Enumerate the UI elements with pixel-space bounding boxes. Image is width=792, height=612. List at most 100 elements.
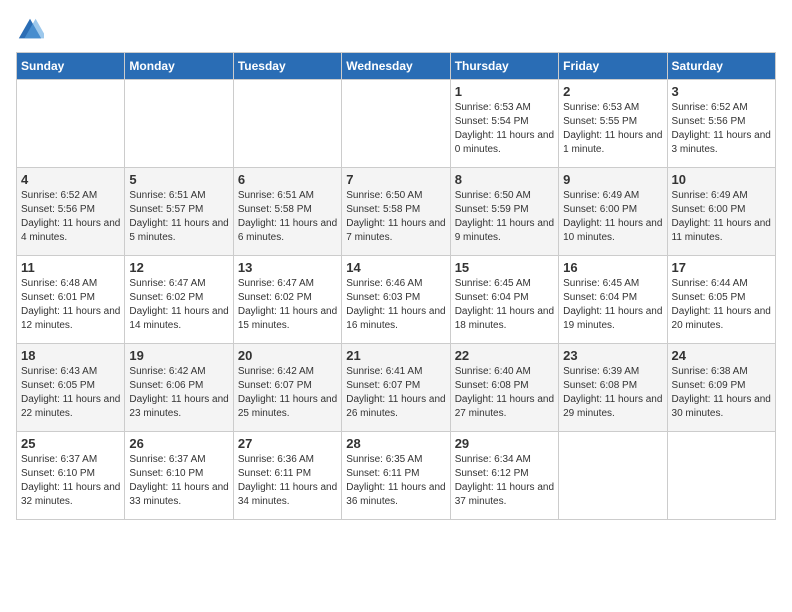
- day-number: 2: [563, 84, 662, 99]
- calendar-cell: 29 Sunrise: 6:34 AM Sunset: 6:12 PM Dayli…: [450, 432, 558, 520]
- calendar-cell: 11 Sunrise: 6:48 AM Sunset: 6:01 PM Dayli…: [17, 256, 125, 344]
- day-info: Sunrise: 6:50 AM Sunset: 5:59 PM Dayligh…: [455, 189, 554, 245]
- day-number: 5: [129, 172, 228, 187]
- header-sunday: Sunday: [17, 53, 125, 80]
- header-wednesday: Wednesday: [342, 53, 450, 80]
- day-number: 20: [238, 348, 337, 363]
- day-info: Sunrise: 6:40 AM Sunset: 6:08 PM Dayligh…: [455, 365, 554, 421]
- day-info: Sunrise: 6:34 AM Sunset: 6:12 PM Dayligh…: [455, 453, 554, 509]
- calendar-cell: 13 Sunrise: 6:47 AM Sunset: 6:02 PM Dayli…: [233, 256, 341, 344]
- day-info: Sunrise: 6:44 AM Sunset: 6:05 PM Dayligh…: [672, 277, 771, 333]
- day-number: 14: [346, 260, 445, 275]
- header-monday: Monday: [125, 53, 233, 80]
- day-number: 13: [238, 260, 337, 275]
- day-info: Sunrise: 6:48 AM Sunset: 6:01 PM Dayligh…: [21, 277, 120, 333]
- day-number: 8: [455, 172, 554, 187]
- calendar-cell: 20 Sunrise: 6:42 AM Sunset: 6:07 PM Dayli…: [233, 344, 341, 432]
- day-number: 29: [455, 436, 554, 451]
- calendar-cell: 17 Sunrise: 6:44 AM Sunset: 6:05 PM Dayli…: [667, 256, 775, 344]
- calendar-cell: 28 Sunrise: 6:35 AM Sunset: 6:11 PM Dayli…: [342, 432, 450, 520]
- day-number: 18: [21, 348, 120, 363]
- calendar-cell: 18Sunrise: 6:43 AM Sunset: 6:05 PM Dayli…: [17, 344, 125, 432]
- day-number: 22: [455, 348, 554, 363]
- day-number: 19: [129, 348, 228, 363]
- day-info: Sunrise: 6:37 AM Sunset: 6:10 PM Dayligh…: [21, 453, 120, 509]
- calendar-cell: 24 Sunrise: 6:38 AM Sunset: 6:09 PM Dayli…: [667, 344, 775, 432]
- day-info: Sunrise: 6:51 AM Sunset: 5:58 PM Dayligh…: [238, 189, 337, 245]
- day-number: 24: [672, 348, 771, 363]
- calendar-cell: [125, 80, 233, 168]
- day-info: Sunrise: 6:52 AM Sunset: 5:56 PM Dayligh…: [21, 189, 120, 245]
- calendar-cell: 23 Sunrise: 6:39 AM Sunset: 6:08 PM Dayli…: [559, 344, 667, 432]
- calendar-cell: [233, 80, 341, 168]
- day-number: 10: [672, 172, 771, 187]
- calendar-cell: 4 Sunrise: 6:52 AM Sunset: 5:56 PM Daylig…: [17, 168, 125, 256]
- day-number: 15: [455, 260, 554, 275]
- day-info: Sunrise: 6:39 AM Sunset: 6:08 PM Dayligh…: [563, 365, 662, 421]
- calendar-cell: 15Sunrise: 6:45 AM Sunset: 6:04 PM Dayli…: [450, 256, 558, 344]
- day-number: 25: [21, 436, 120, 451]
- day-number: 28: [346, 436, 445, 451]
- calendar-cell: 8 Sunrise: 6:50 AM Sunset: 5:59 PM Daylig…: [450, 168, 558, 256]
- calendar-cell: 7 Sunrise: 6:50 AM Sunset: 5:58 PM Daylig…: [342, 168, 450, 256]
- calendar-cell: 19 Sunrise: 6:42 AM Sunset: 6:06 PM Dayli…: [125, 344, 233, 432]
- day-number: 3: [672, 84, 771, 99]
- calendar-cell: 9 Sunrise: 6:49 AM Sunset: 6:00 PM Daylig…: [559, 168, 667, 256]
- day-number: 4: [21, 172, 120, 187]
- day-number: 7: [346, 172, 445, 187]
- page-header: [16, 16, 776, 44]
- calendar-cell: 1Sunrise: 6:53 AM Sunset: 5:54 PM Daylig…: [450, 80, 558, 168]
- header-tuesday: Tuesday: [233, 53, 341, 80]
- calendar-cell: 22 Sunrise: 6:40 AM Sunset: 6:08 PM Dayli…: [450, 344, 558, 432]
- header-friday: Friday: [559, 53, 667, 80]
- day-info: Sunrise: 6:47 AM Sunset: 6:02 PM Dayligh…: [129, 277, 228, 333]
- day-info: Sunrise: 6:37 AM Sunset: 6:10 PM Dayligh…: [129, 453, 228, 509]
- day-info: Sunrise: 6:41 AM Sunset: 6:07 PM Dayligh…: [346, 365, 445, 421]
- day-info: Sunrise: 6:47 AM Sunset: 6:02 PM Dayligh…: [238, 277, 337, 333]
- calendar-cell: 2Sunrise: 6:53 AM Sunset: 5:55 PM Daylig…: [559, 80, 667, 168]
- header-saturday: Saturday: [667, 53, 775, 80]
- day-info: Sunrise: 6:52 AM Sunset: 5:56 PM Dayligh…: [672, 101, 771, 157]
- day-info: Sunrise: 6:36 AM Sunset: 6:11 PM Dayligh…: [238, 453, 337, 509]
- day-number: 12: [129, 260, 228, 275]
- day-number: 6: [238, 172, 337, 187]
- day-number: 26: [129, 436, 228, 451]
- logo: [16, 16, 48, 44]
- calendar-cell: 14 Sunrise: 6:46 AM Sunset: 6:03 PM Dayli…: [342, 256, 450, 344]
- calendar-week-4: 18Sunrise: 6:43 AM Sunset: 6:05 PM Dayli…: [17, 344, 776, 432]
- day-info: Sunrise: 6:46 AM Sunset: 6:03 PM Dayligh…: [346, 277, 445, 333]
- calendar-cell: 21 Sunrise: 6:41 AM Sunset: 6:07 PM Dayli…: [342, 344, 450, 432]
- calendar-table: SundayMondayTuesdayWednesdayThursdayFrid…: [16, 52, 776, 520]
- logo-icon: [16, 16, 44, 44]
- day-number: 21: [346, 348, 445, 363]
- day-number: 23: [563, 348, 662, 363]
- calendar-cell: 26 Sunrise: 6:37 AM Sunset: 6:10 PM Dayli…: [125, 432, 233, 520]
- calendar-cell: 27 Sunrise: 6:36 AM Sunset: 6:11 PM Dayli…: [233, 432, 341, 520]
- day-info: Sunrise: 6:42 AM Sunset: 6:06 PM Dayligh…: [129, 365, 228, 421]
- day-info: Sunrise: 6:51 AM Sunset: 5:57 PM Dayligh…: [129, 189, 228, 245]
- calendar-cell: 16 Sunrise: 6:45 AM Sunset: 6:04 PM Dayli…: [559, 256, 667, 344]
- day-number: 16: [563, 260, 662, 275]
- calendar-week-2: 4 Sunrise: 6:52 AM Sunset: 5:56 PM Daylig…: [17, 168, 776, 256]
- day-info: Sunrise: 6:42 AM Sunset: 6:07 PM Dayligh…: [238, 365, 337, 421]
- calendar-header-row: SundayMondayTuesdayWednesdayThursdayFrid…: [17, 53, 776, 80]
- day-number: 27: [238, 436, 337, 451]
- day-info: Sunrise: 6:35 AM Sunset: 6:11 PM Dayligh…: [346, 453, 445, 509]
- day-info: Sunrise: 6:49 AM Sunset: 6:00 PM Dayligh…: [672, 189, 771, 245]
- calendar-cell: [667, 432, 775, 520]
- day-number: 9: [563, 172, 662, 187]
- calendar-cell: 25 Sunrise: 6:37 AM Sunset: 6:10 PM Dayli…: [17, 432, 125, 520]
- calendar-week-3: 11 Sunrise: 6:48 AM Sunset: 6:01 PM Dayli…: [17, 256, 776, 344]
- day-info: Sunrise: 6:50 AM Sunset: 5:58 PM Dayligh…: [346, 189, 445, 245]
- day-info: Sunrise: 6:38 AM Sunset: 6:09 PM Dayligh…: [672, 365, 771, 421]
- calendar-cell: [559, 432, 667, 520]
- calendar-cell: 10 Sunrise: 6:49 AM Sunset: 6:00 PM Dayli…: [667, 168, 775, 256]
- day-number: 1: [455, 84, 554, 99]
- day-info: Sunrise: 6:49 AM Sunset: 6:00 PM Dayligh…: [563, 189, 662, 245]
- calendar-week-5: 25 Sunrise: 6:37 AM Sunset: 6:10 PM Dayli…: [17, 432, 776, 520]
- day-number: 17: [672, 260, 771, 275]
- day-number: 11: [21, 260, 120, 275]
- day-info: Sunrise: 6:45 AM Sunset: 6:04 PM Dayligh…: [563, 277, 662, 333]
- header-thursday: Thursday: [450, 53, 558, 80]
- calendar-cell: [17, 80, 125, 168]
